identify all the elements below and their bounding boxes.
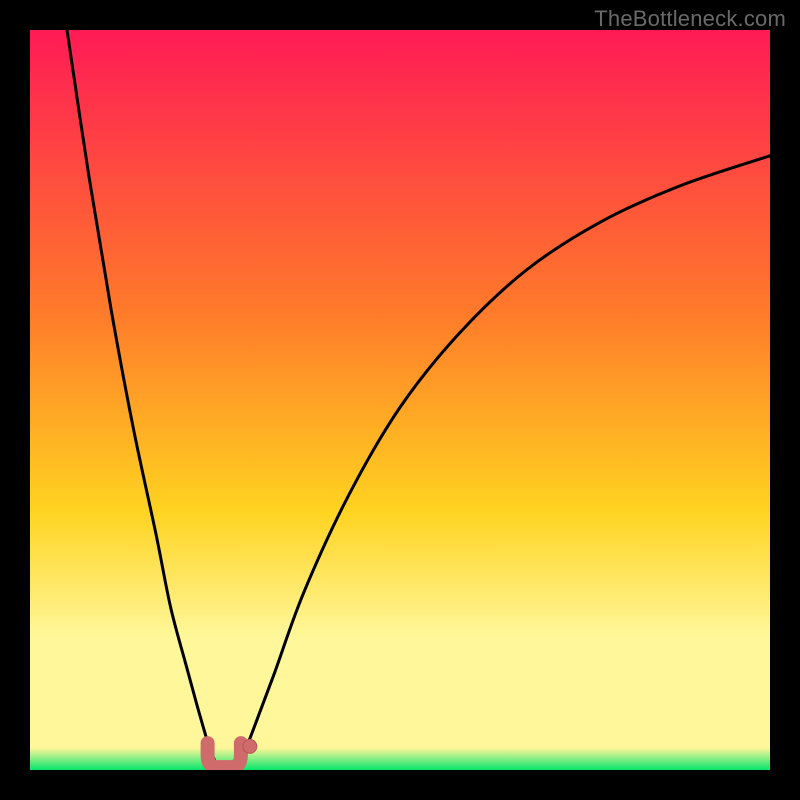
curve-right (241, 156, 770, 761)
watermark-text: TheBottleneck.com (594, 6, 786, 32)
plot-area (30, 30, 770, 770)
curves-layer (30, 30, 770, 770)
trough-u-marker (208, 743, 241, 767)
trough-dot-marker (243, 739, 257, 753)
curve-left (67, 30, 215, 761)
frame: TheBottleneck.com (0, 0, 800, 800)
